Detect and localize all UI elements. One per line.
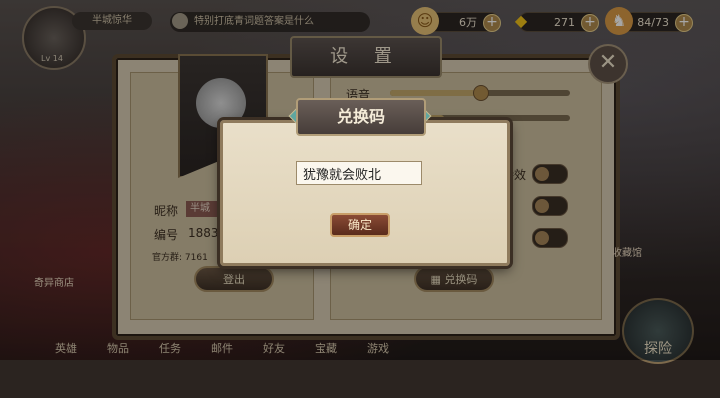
redeem-code-input[interactable] <box>296 161 422 185</box>
redeem-modal-title: 兑换码 <box>296 98 426 136</box>
confirm-button[interactable]: 确定 <box>330 213 390 237</box>
redeem-modal <box>220 120 510 266</box>
